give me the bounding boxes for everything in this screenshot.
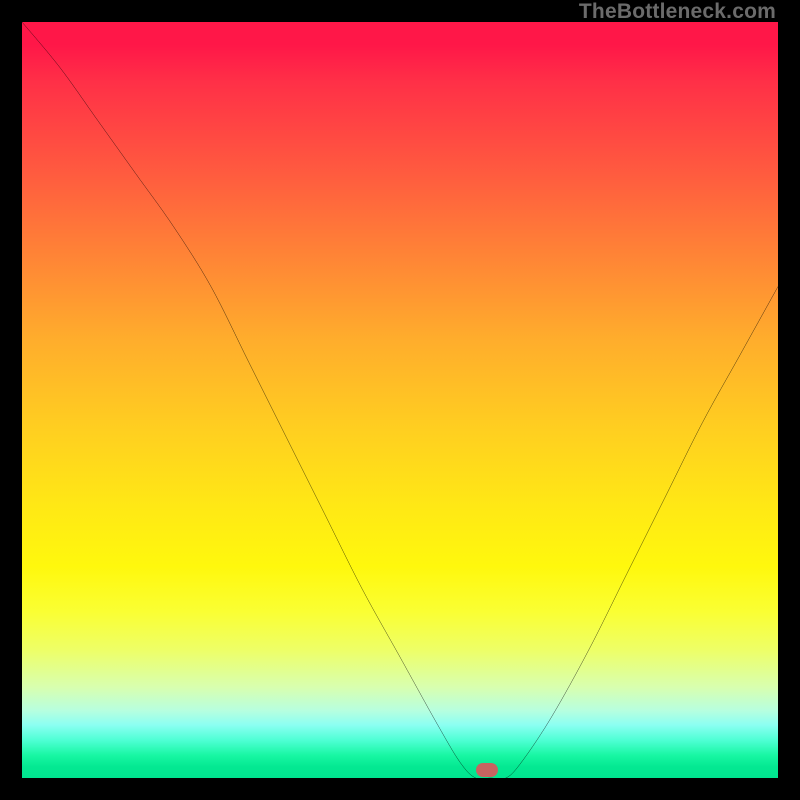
bottleneck-curve — [22, 22, 778, 778]
optimum-marker — [476, 763, 498, 777]
plot-area — [22, 22, 778, 778]
watermark-text: TheBottleneck.com — [579, 0, 776, 24]
chart-frame: TheBottleneck.com — [0, 0, 800, 800]
